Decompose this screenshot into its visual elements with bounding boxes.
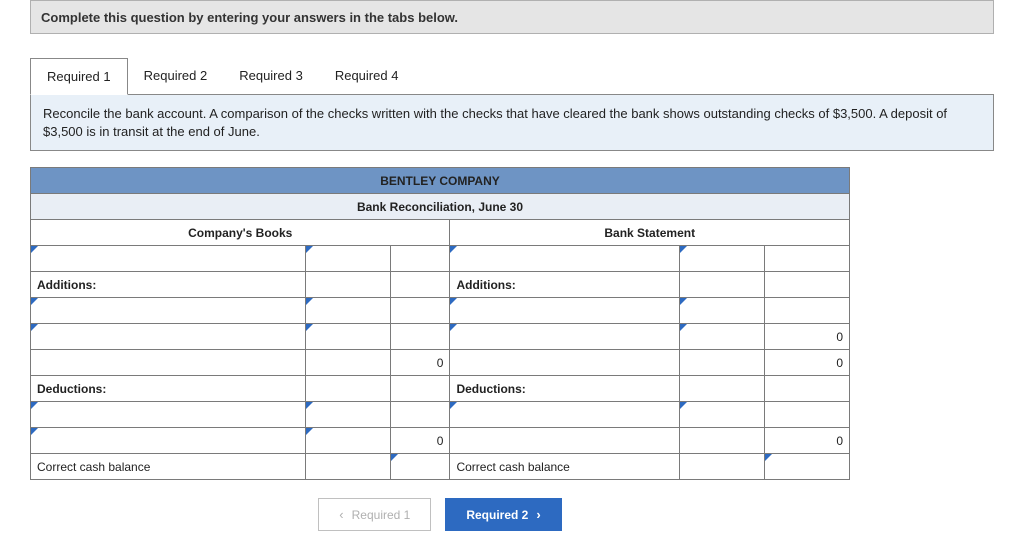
- dropdown-icon: [306, 324, 313, 331]
- prev-button[interactable]: ‹ Required 1: [318, 498, 431, 531]
- tab-required-1[interactable]: Required 1: [30, 58, 128, 95]
- left-deduction-amount-1[interactable]: [305, 402, 390, 428]
- right-addition-sum-a: 0: [765, 324, 850, 350]
- dropdown-icon: [306, 246, 313, 253]
- dropdown-icon: [450, 298, 457, 305]
- dropdown-icon: [391, 454, 398, 461]
- left-deductions-label: Deductions:: [31, 376, 306, 402]
- left-addition-amount-1[interactable]: [305, 298, 390, 324]
- dropdown-icon: [450, 246, 457, 253]
- left-deduction-item-2[interactable]: [31, 428, 306, 454]
- right-correct-balance-label: Correct cash balance: [450, 454, 680, 480]
- left-additions-total: 0: [390, 350, 450, 376]
- dropdown-icon: [680, 246, 687, 253]
- right-deduction-item-1[interactable]: [450, 402, 680, 428]
- left-addition-item-1[interactable]: [31, 298, 306, 324]
- right-section-header: Bank Statement: [450, 220, 850, 246]
- left-deductions-total: 0: [390, 428, 450, 454]
- dropdown-icon: [306, 402, 313, 409]
- next-button-label: Required 2: [466, 508, 528, 522]
- left-start-item-cell[interactable]: [31, 246, 306, 272]
- prev-button-label: Required 1: [352, 508, 411, 522]
- tab-required-4[interactable]: Required 4: [319, 58, 415, 94]
- dropdown-icon: [31, 246, 38, 253]
- dropdown-icon: [450, 324, 457, 331]
- left-correct-balance-label: Correct cash balance: [31, 454, 306, 480]
- left-addition-item-2[interactable]: [31, 324, 306, 350]
- left-deduction-item-1[interactable]: [31, 402, 306, 428]
- left-addition-amount-2[interactable]: [305, 324, 390, 350]
- left-section-header: Company's Books: [31, 220, 450, 246]
- dropdown-icon: [31, 298, 38, 305]
- chevron-right-icon: ›: [536, 507, 540, 522]
- right-addition-item-1[interactable]: [450, 298, 680, 324]
- right-addition-amount-1[interactable]: [680, 298, 765, 324]
- bank-reconciliation-table: BENTLEY COMPANY Bank Reconciliation, Jun…: [30, 167, 850, 480]
- dropdown-icon: [31, 402, 38, 409]
- dropdown-icon: [450, 402, 457, 409]
- dropdown-icon: [765, 454, 772, 461]
- dropdown-icon: [31, 324, 38, 331]
- dropdown-icon: [31, 428, 38, 435]
- instructions-panel: Reconcile the bank account. A comparison…: [30, 95, 994, 151]
- left-start-amount-cell[interactable]: [305, 246, 390, 272]
- left-deduction-amount-2[interactable]: [305, 428, 390, 454]
- dropdown-icon: [680, 324, 687, 331]
- chevron-left-icon: ‹: [339, 507, 343, 522]
- banner-instruction: Complete this question by entering your …: [30, 0, 994, 34]
- dropdown-icon: [680, 298, 687, 305]
- statement-title: Bank Reconciliation, June 30: [31, 194, 850, 220]
- right-additions-label: Additions:: [450, 272, 680, 298]
- right-addition-item-2[interactable]: [450, 324, 680, 350]
- dropdown-icon: [306, 298, 313, 305]
- right-addition-amount-2[interactable]: [680, 324, 765, 350]
- right-start-amount-cell[interactable]: [680, 246, 765, 272]
- dropdown-icon: [680, 402, 687, 409]
- right-deduction-amount-1[interactable]: [680, 402, 765, 428]
- company-title: BENTLEY COMPANY: [31, 168, 850, 194]
- tabs-row: Required 1 Required 2 Required 3 Require…: [30, 58, 994, 95]
- nav-buttons: ‹ Required 1 Required 2 ›: [30, 498, 850, 531]
- right-correct-balance-cell[interactable]: [765, 454, 850, 480]
- next-button[interactable]: Required 2 ›: [445, 498, 561, 531]
- right-deductions-total: 0: [765, 428, 850, 454]
- dropdown-icon: [306, 428, 313, 435]
- right-addition-sum-b: 0: [765, 350, 850, 376]
- tab-required-3[interactable]: Required 3: [223, 58, 319, 94]
- right-deductions-label: Deductions:: [450, 376, 680, 402]
- left-additions-label: Additions:: [31, 272, 306, 298]
- right-start-item-cell[interactable]: [450, 246, 680, 272]
- tab-required-2[interactable]: Required 2: [128, 58, 224, 94]
- left-correct-balance-cell[interactable]: [390, 454, 450, 480]
